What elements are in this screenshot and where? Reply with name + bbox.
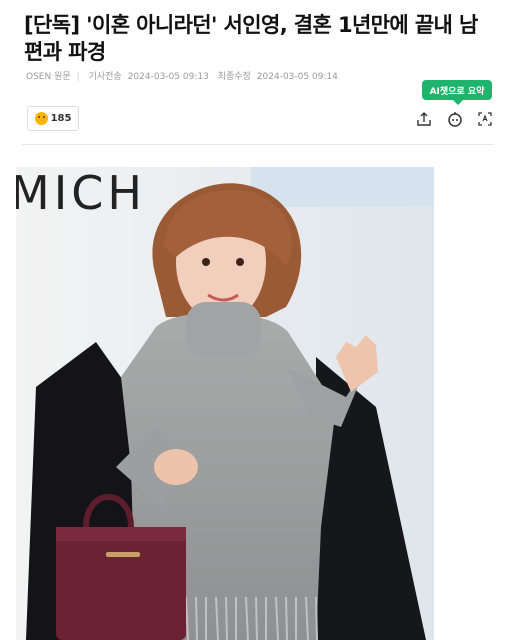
ai-summary-button[interactable]: AI챗으로 요약 <box>422 80 492 105</box>
meta-divider: | <box>76 72 80 82</box>
photo-illustration: MICH <box>16 167 434 640</box>
reaction-button[interactable]: 185 <box>27 106 79 131</box>
published-time: 2024-03-05 09:13 <box>127 72 209 82</box>
article-headline: [단독] '이혼 아니라던' 서인영, 결혼 1년만에 끝내 남편과 파경 <box>24 13 478 64</box>
share-icon[interactable] <box>415 110 433 128</box>
modified-time: 2024-03-05 09:14 <box>256 72 338 82</box>
article-photo[interactable]: MICH <box>16 167 434 640</box>
text-size-icon[interactable] <box>476 110 494 128</box>
backdrop-logo: MICH <box>16 167 146 220</box>
source-label[interactable]: OSEN 원문 <box>26 72 71 82</box>
reaction-count: 185 <box>50 113 72 124</box>
article-meta: OSEN 원문 | 기사전송 2024-03-05 09:13 최종수정 2024-0… <box>26 69 344 82</box>
header-divider <box>22 144 494 145</box>
modified-label: 최종수정 <box>217 72 251 82</box>
ai-bot-icon[interactable] <box>446 110 464 128</box>
reaction-emoji-icon <box>34 112 48 125</box>
published-label: 기사전송 <box>88 72 122 82</box>
